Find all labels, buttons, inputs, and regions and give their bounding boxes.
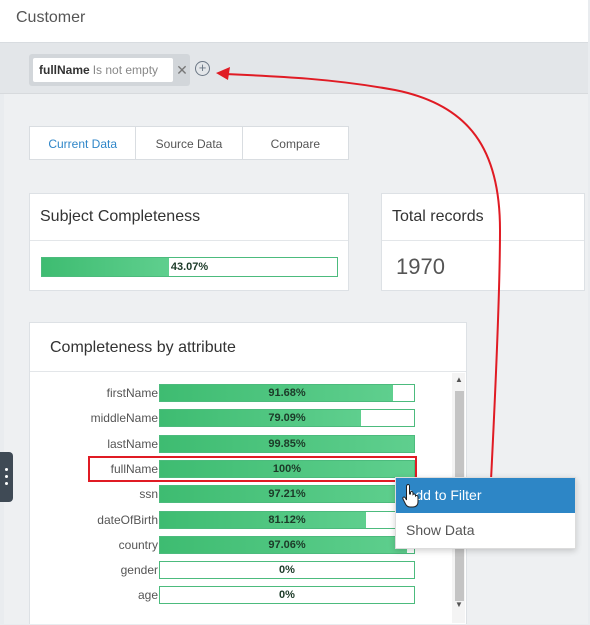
menu-item-show-data[interactable]: Show Data: [396, 513, 575, 548]
drag-handle-icon[interactable]: [0, 452, 13, 502]
hand-cursor-icon: [402, 484, 419, 508]
menu-item-add-to-filter[interactable]: Add to Filter: [396, 478, 575, 513]
context-menu: Add to Filter Show Data: [395, 477, 576, 549]
